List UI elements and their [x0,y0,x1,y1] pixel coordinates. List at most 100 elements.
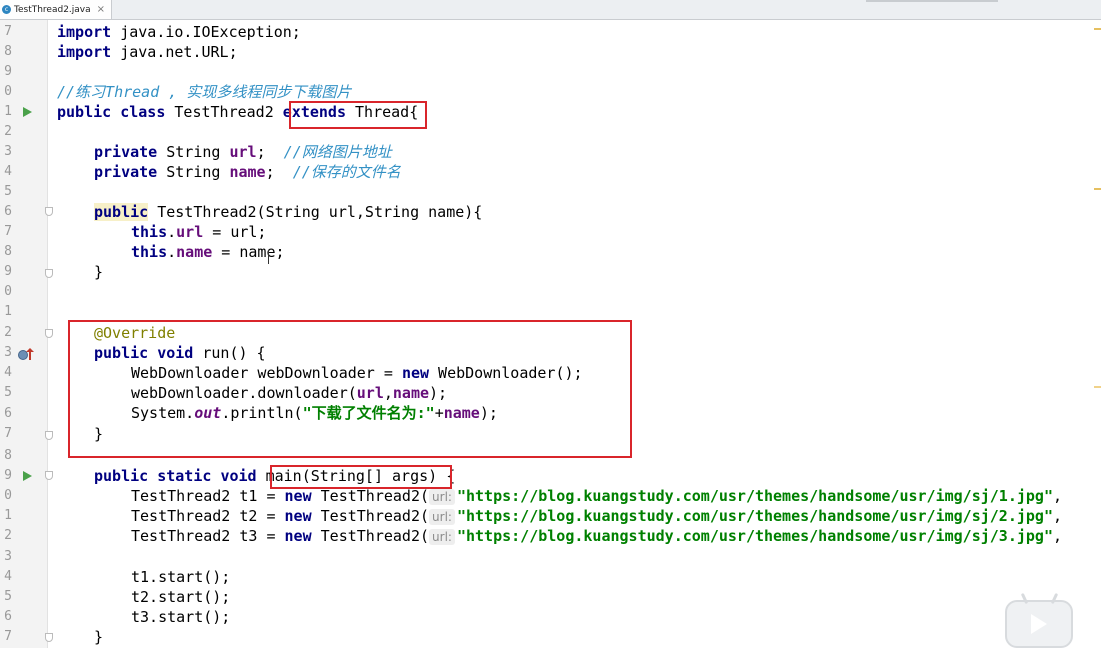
token: this [131,243,168,261]
token: String [157,143,230,161]
token: url [229,143,257,161]
line-number: 3 [4,549,12,564]
comment: //网络图片地址 [283,143,392,161]
tab-scroll-strip [866,0,998,2]
code-line-10: //练习Thread , 实现多线程同步下载图片 [57,82,351,102]
line-number: 6 [4,609,12,624]
token: TestThread2 t1 = [131,487,285,505]
highlight-extends-thread [289,101,427,129]
parameter-hint: url: [429,489,455,505]
token: import [57,43,112,61]
token: = url; [203,223,267,241]
comment: //保存的文件名 [292,163,401,181]
fold-marker-icon[interactable] [45,329,53,338]
line-number: 4 [4,569,12,584]
comment: //练习Thread , 实现多线程同步下载图片 [57,83,352,101]
highlight-run-method [68,320,632,458]
token: ; [265,163,275,181]
code-line-18: this.name = name; [131,243,285,261]
run-class-icon[interactable] [23,107,32,117]
token: import [57,23,112,41]
token: name [176,243,213,261]
parameter-hint: url: [429,529,455,545]
go-to-super-method-icon[interactable] [26,348,34,360]
line-number: 7 [4,24,12,39]
token: url [176,223,204,241]
play-icon [1031,614,1047,634]
line-number: 1 [4,304,12,319]
token: TestThread2( [311,527,430,545]
code-line-30: TestThread2 t1 = new TestThread2(url: "ht… [131,486,1062,506]
token: TestThread2(String url,String name){ [148,203,483,221]
code-line-19: } [94,262,103,282]
line-number: 4 [4,365,12,380]
token: TestThread2 t3 = [131,527,285,545]
code-line-32: TestThread2 t3 = new TestThread2(url: "ht… [131,526,1062,546]
code-line-7: import java.io.IOException; [57,22,301,42]
fold-marker-icon[interactable] [45,269,53,278]
token: name [229,163,266,181]
line-number: 2 [4,528,12,543]
fold-marker-icon[interactable] [45,633,53,642]
line-number: 2 [4,124,12,139]
line-number: 7 [4,629,12,644]
line-number: 2 [4,325,12,340]
tab-filename: TestThread2.java [14,4,91,15]
warning-stripe[interactable] [1094,386,1101,388]
line-number: 5 [4,184,12,199]
token: } [94,263,104,281]
code-line-16: public TestThread2(String url,String nam… [94,202,482,222]
fold-marker-icon[interactable] [45,471,53,480]
editor-tab-bar: c TestThread2.java × [0,0,1101,20]
code-line-35: t2.start(); [131,587,230,607]
token: ; [256,143,266,161]
close-icon[interactable]: × [97,4,105,15]
line-number: 3 [4,345,12,360]
code-line-17: this.url = url; [131,223,267,241]
line-number: 3 [4,144,12,159]
code-line-34: t1.start(); [131,567,230,587]
line-number: 8 [4,44,12,59]
token: TestThread2( [311,487,430,505]
token: TestThread2 t2 = [131,507,285,525]
token: java.io.IOException; [111,23,301,41]
token: new [284,527,312,545]
token: t2.start(); [131,588,231,606]
fold-marker-icon[interactable] [45,207,53,216]
line-number: 8 [4,448,12,463]
string-literal: "https://blog.kuangstudy.com/usr/themes/… [456,487,1053,505]
token: TestThread2( [311,507,430,525]
line-number: 5 [4,589,12,604]
line-number: 4 [4,164,12,179]
fold-marker-icon[interactable] [45,431,53,440]
token: public [94,467,149,485]
token: private [94,163,158,181]
token: this [131,223,168,241]
line-number: 7 [4,426,12,441]
code-line-8: import java.net.URL; [57,42,238,62]
line-number: 8 [4,244,12,259]
code-line-13: private String url; //网络图片地址 [94,142,392,162]
code-line-37: } [94,627,103,647]
token: new [284,487,312,505]
token: public [57,103,112,121]
token: void [220,467,257,485]
line-number: 5 [4,385,12,400]
string-literal: "https://blog.kuangstudy.com/usr/themes/… [456,527,1053,545]
line-number: 9 [4,264,12,279]
line-number: 6 [4,406,12,421]
token: t1.start(); [131,568,231,586]
token: static [157,467,212,485]
token: String [157,163,230,181]
run-main-icon[interactable] [23,471,32,481]
code-line-31: TestThread2 t2 = new TestThread2(url: "ht… [131,506,1062,526]
parameter-hint: url: [429,509,455,525]
line-number: 9 [4,468,12,483]
token: t3.start(); [131,608,231,626]
warning-stripe[interactable] [1094,28,1101,30]
token: public [94,203,149,221]
warning-stripe[interactable] [1094,188,1101,190]
editor-tab-testthread2[interactable]: c TestThread2.java × [0,0,112,19]
code-line-14: private String name; //保存的文件名 [94,162,401,182]
video-play-button[interactable] [1005,592,1073,648]
